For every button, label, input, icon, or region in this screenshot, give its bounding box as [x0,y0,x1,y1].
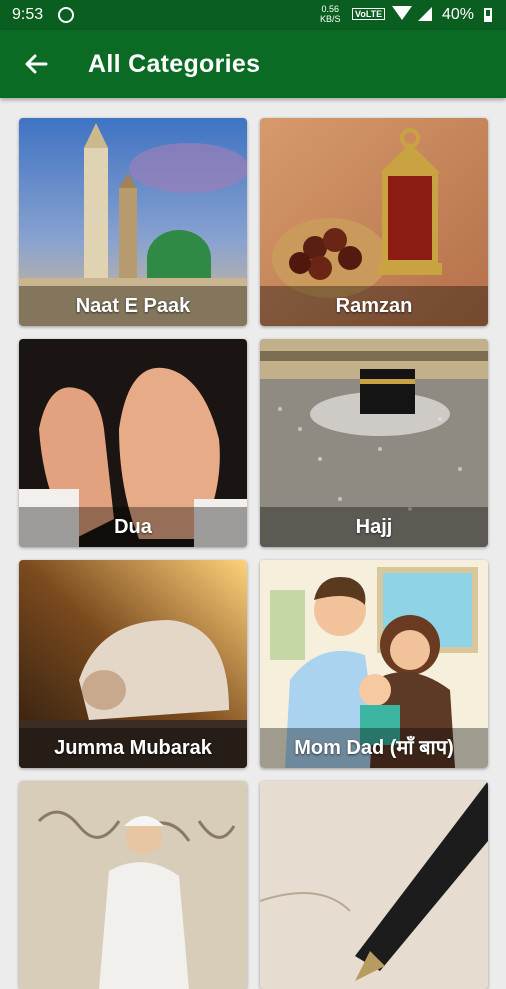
category-card-naat-e-paak[interactable]: Naat E Paak [19,118,247,326]
category-card-mom-dad[interactable]: Mom Dad (माँ बाप) [260,560,488,768]
network-speed-unit: KB/S [320,14,341,24]
category-card-dua[interactable]: Dua [19,339,247,547]
network-speed: 0.56 KB/S [320,4,341,24]
status-time: 9:53 [12,6,44,23]
back-button[interactable] [20,48,52,80]
fountain-pen-image [260,781,488,989]
category-card-hajj[interactable]: Hajj [260,339,488,547]
category-label: Ramzan [260,286,488,326]
category-label: Dua [19,507,247,547]
status-bar: 9:53 0.56 KB/S VoLTE 40% [0,0,506,30]
category-card-ramzan[interactable]: Ramzan [260,118,488,326]
battery-percentage: 40% [442,6,475,23]
battery-icon [484,8,492,22]
category-card-8[interactable] [260,781,488,989]
cell-signal-icon [418,7,432,21]
arrow-left-icon [25,54,48,74]
category-label: Mom Dad (माँ बाप) [260,728,488,768]
category-card-jumma-mubarak[interactable]: Jumma Mubarak [19,560,247,768]
category-label: Hajj [260,507,488,547]
page-title: All Categories [88,50,261,78]
category-label: Naat E Paak [19,286,247,326]
whatsapp-notification-icon [58,7,74,23]
calligraphy-man-image [19,781,247,989]
network-speed-value: 0.56 [321,4,340,14]
volte-badge: VoLTE [352,8,386,20]
category-card-7[interactable] [19,781,247,989]
category-label: Jumma Mubarak [19,728,247,768]
wifi-icon [392,6,412,20]
app-bar: All Categories [0,30,506,98]
